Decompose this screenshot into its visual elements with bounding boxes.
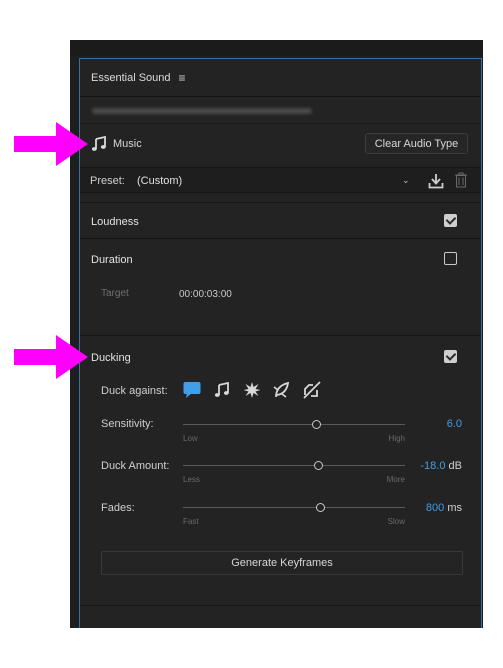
duration-checkbox[interactable]: [444, 252, 457, 265]
chevron-down-icon[interactable]: ⌄: [402, 175, 410, 186]
slider-min-label: Less: [183, 475, 200, 484]
slider-track[interactable]: [183, 465, 405, 466]
sfx-burst-icon[interactable]: [243, 381, 261, 399]
loudness-checkbox[interactable]: [444, 214, 457, 227]
loudness-title[interactable]: Loudness: [91, 216, 139, 228]
panel-title: Essential Sound: [91, 71, 171, 84]
slider-max-label: High: [388, 434, 405, 443]
slider-track[interactable]: [183, 507, 405, 508]
duck-amount-value[interactable]: -18.0 dB: [420, 460, 462, 472]
section-divider: [80, 605, 481, 606]
slider-thumb[interactable]: [311, 420, 321, 429]
fades-value[interactable]: 800 ms: [426, 502, 462, 514]
duration-title[interactable]: Duration: [91, 254, 133, 266]
clip-name-row: [80, 98, 481, 124]
ducking-checkbox[interactable]: [444, 350, 457, 363]
window-top-bar: [70, 40, 483, 56]
trash-icon[interactable]: [454, 172, 468, 188]
annotation-arrow-music: [14, 122, 88, 166]
fades-label: Fades:: [101, 502, 135, 514]
slider-max-label: More: [386, 475, 405, 484]
slider-thumb[interactable]: [313, 461, 323, 470]
loudness-section: Loudness: [80, 202, 481, 238]
ambience-icon[interactable]: [273, 381, 291, 399]
hamburger-icon[interactable]: ≡: [179, 71, 186, 85]
panel-header: Essential Sound ≡: [80, 59, 481, 97]
duration-section: Duration: [80, 238, 481, 335]
preset-dropdown[interactable]: Preset: (Custom) ⌄: [80, 167, 481, 193]
clip-name-blurred: [92, 108, 312, 114]
slider-max-label: Slow: [387, 517, 405, 526]
dialogue-bubble-icon[interactable]: [183, 381, 201, 399]
duck-against-label: Duck against:: [101, 385, 168, 397]
sensitivity-label: Sensitivity:: [101, 418, 154, 430]
audio-type-label: Music: [113, 138, 142, 150]
slider-track[interactable]: [183, 424, 405, 425]
slider-min-label: Fast: [183, 517, 199, 526]
duck-against-icons: [183, 381, 321, 399]
audio-type-row: Music Clear Audio Type: [80, 130, 481, 158]
music-note-icon: [91, 135, 107, 152]
duration-target-label: Target: [101, 288, 129, 299]
unassigned-icon[interactable]: [303, 381, 321, 399]
duck-amount-label: Duck Amount:: [101, 460, 170, 472]
annotation-arrow-ducking: [14, 335, 88, 379]
preset-value[interactable]: (Custom): [137, 175, 182, 187]
music-note-icon[interactable]: [213, 381, 231, 399]
preset-label: Preset:: [90, 175, 125, 187]
generate-keyframes-button[interactable]: Generate Keyframes: [101, 551, 463, 575]
essential-sound-panel: Essential Sound ≡ Music Clear Audio Type…: [79, 58, 482, 628]
slider-min-label: Low: [183, 434, 198, 443]
duration-target-value[interactable]: 00:00:03:00: [179, 289, 232, 300]
ducking-title[interactable]: Ducking: [91, 352, 131, 364]
sensitivity-value[interactable]: 6.0: [447, 418, 462, 430]
download-icon[interactable]: [428, 173, 444, 189]
clear-audio-type-button[interactable]: Clear Audio Type: [365, 133, 468, 154]
